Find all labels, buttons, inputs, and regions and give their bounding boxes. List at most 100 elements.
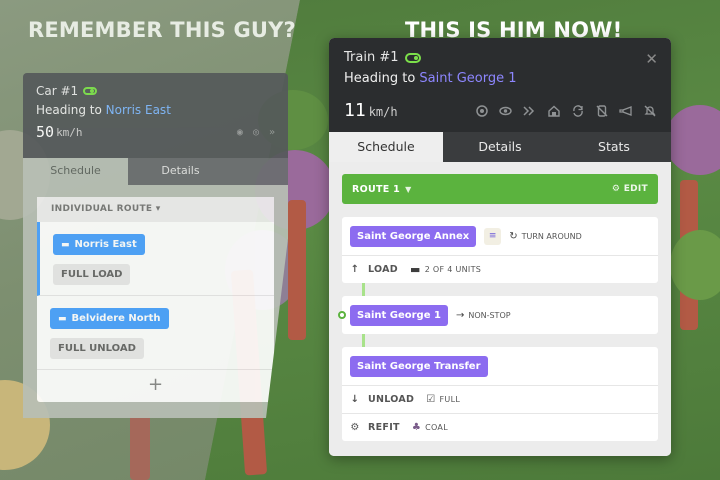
train-panel-header: Train #1 ✕ Heading to Saint George 1 11 k… bbox=[329, 38, 671, 132]
stop-order-row[interactable]: ⚙ REFIT ♣ COAL bbox=[342, 413, 658, 441]
order-detail: ♣ COAL bbox=[412, 422, 448, 433]
heading-prefix: Heading to bbox=[344, 71, 416, 86]
horn-icon[interactable] bbox=[619, 104, 632, 117]
gear-icon: ⚙ bbox=[611, 184, 624, 194]
arrow-right-icon: → bbox=[455, 309, 465, 321]
depot-icon[interactable] bbox=[547, 104, 560, 117]
old-speed-value: 50 bbox=[36, 123, 55, 141]
tree-trunk bbox=[130, 410, 150, 480]
no-entry-icon[interactable] bbox=[595, 104, 608, 117]
cargo-icon: ▬ bbox=[409, 263, 421, 276]
vehicle-action-icons bbox=[475, 104, 656, 117]
old-route-selector[interactable]: INDIVIDUAL ROUTE ▾ bbox=[37, 197, 274, 222]
truck-icon: ▬ bbox=[58, 314, 67, 324]
edit-route-button[interactable]: ⚙ EDIT bbox=[612, 184, 648, 194]
checkbox-icon: ☑ bbox=[426, 394, 436, 405]
old-heading-prefix: Heading to bbox=[36, 103, 102, 117]
tree-trunk bbox=[288, 200, 306, 340]
old-stop-chip[interactable]: ▬ Belvidere North bbox=[50, 308, 169, 329]
old-destination-link[interactable]: Norris East bbox=[106, 103, 171, 117]
order-detail: ▬ 2 OF 4 UNITS bbox=[410, 263, 481, 276]
destination-link[interactable]: Saint George 1 bbox=[419, 71, 516, 86]
old-schedule-body: INDIVIDUAL ROUTE ▾ ▬ Norris East FULL LOA… bbox=[23, 185, 288, 418]
old-stop-action[interactable]: FULL UNLOAD bbox=[50, 338, 144, 359]
stop-mode-label: NON-STOP bbox=[468, 310, 511, 320]
eye-icon[interactable] bbox=[499, 104, 512, 117]
old-vehicle-panel: Car #1 Heading to Norris East 50 km/h ◉ … bbox=[23, 73, 288, 418]
speed-display: 11 km/h bbox=[344, 100, 398, 121]
current-position-marker bbox=[338, 311, 346, 319]
old-enable-toggle-icon[interactable] bbox=[83, 87, 98, 95]
locate-icon[interactable] bbox=[475, 104, 488, 117]
locate-icon[interactable]: ◉ bbox=[237, 127, 243, 138]
schedule-stop: Saint George Annex ≡ ↻ TURN AROUND ↑ LOA… bbox=[342, 217, 658, 283]
coal-icon: ♣ bbox=[411, 422, 422, 433]
schedule-stop: Saint George Transfer ↓ UNLOAD ☑ FULL ⚙ … bbox=[342, 334, 658, 441]
gear-icon: ⚙ bbox=[350, 422, 360, 433]
order-label: LOAD bbox=[368, 264, 398, 275]
stop-header-row: Saint George Transfer bbox=[342, 347, 658, 385]
stop-mode[interactable]: ↻ TURN AROUND bbox=[509, 231, 582, 242]
old-route-card: INDIVIDUAL ROUTE ▾ ▬ Norris East FULL LOA… bbox=[37, 197, 274, 402]
order-label: UNLOAD bbox=[368, 394, 415, 405]
stop-header-row: Saint George Annex ≡ ↻ TURN AROUND bbox=[342, 217, 658, 255]
timetable-icon[interactable]: ≡ bbox=[484, 227, 502, 245]
tab-details[interactable]: Details bbox=[443, 132, 557, 162]
stop-order-row[interactable]: ↓ UNLOAD ☑ FULL bbox=[342, 385, 658, 413]
add-stop-button[interactable]: + bbox=[37, 370, 274, 402]
order-detail: ☑ FULL bbox=[426, 394, 460, 405]
speed-unit: km/h bbox=[368, 105, 398, 119]
old-stop-chip[interactable]: ▬ Norris East bbox=[53, 234, 145, 255]
route-connector bbox=[362, 334, 365, 347]
tab-schedule[interactable]: Schedule bbox=[329, 132, 443, 162]
old-tab-bar: Schedule Details bbox=[23, 158, 288, 185]
skip-icon[interactable]: » bbox=[269, 127, 275, 138]
speed-value: 11 bbox=[344, 100, 366, 121]
station-chip[interactable]: Saint George Transfer bbox=[350, 355, 488, 377]
chevron-down-icon: ▼ bbox=[405, 184, 412, 194]
old-tab-schedule[interactable]: Schedule bbox=[23, 158, 128, 185]
station-chip[interactable]: Saint George Annex bbox=[350, 225, 477, 247]
turn-around-icon: ↻ bbox=[509, 230, 518, 242]
station-chip[interactable]: Saint George 1 bbox=[350, 304, 448, 326]
old-stop-item[interactable]: ▬ Norris East FULL LOAD bbox=[37, 222, 274, 296]
old-tab-details[interactable]: Details bbox=[128, 158, 233, 185]
chevron-down-icon: ▾ bbox=[155, 204, 161, 214]
old-vehicle-title: Car #1 bbox=[36, 84, 79, 98]
eye-icon[interactable]: ◎ bbox=[253, 127, 259, 138]
old-stop-name: Belvidere North bbox=[71, 313, 161, 324]
stop-order-row[interactable]: ↑ LOAD ▬ 2 OF 4 UNITS bbox=[342, 255, 658, 283]
schedule-stop-current: Saint George 1 → NON-STOP bbox=[338, 283, 658, 334]
route-selector[interactable]: ROUTE 1 ▼ ⚙ EDIT bbox=[342, 174, 658, 204]
old-stop-name: Norris East bbox=[74, 239, 137, 250]
stop-mode[interactable]: → NON-STOP bbox=[456, 310, 511, 321]
schedule-body: ROUTE 1 ▼ ⚙ EDIT Saint George Annex ≡ ↻ … bbox=[329, 162, 671, 456]
route-connector bbox=[362, 283, 365, 296]
train-title: Train #1 bbox=[344, 50, 399, 65]
old-speed-unit: km/h bbox=[56, 125, 83, 139]
order-detail-label: COAL bbox=[425, 423, 448, 432]
old-vehicle-title-row: Car #1 bbox=[36, 84, 275, 98]
order-detail-label: 2 OF 4 UNITS bbox=[424, 265, 482, 274]
order-label: REFIT bbox=[368, 422, 400, 433]
order-detail-label: FULL bbox=[439, 395, 461, 404]
old-action-icons: ◉ ◎ » bbox=[237, 127, 275, 138]
train-title-row: Train #1 bbox=[344, 50, 656, 65]
disable-icon[interactable] bbox=[643, 104, 656, 117]
old-route-label: INDIVIDUAL ROUTE bbox=[51, 204, 153, 214]
speed-row: 11 km/h bbox=[344, 100, 656, 121]
close-icon[interactable]: ✕ bbox=[645, 50, 658, 68]
enable-toggle-icon[interactable] bbox=[404, 52, 421, 63]
train-heading-line: Heading to Saint George 1 bbox=[344, 71, 656, 86]
old-stop-action[interactable]: FULL LOAD bbox=[53, 264, 131, 285]
reverse-icon[interactable] bbox=[571, 104, 584, 117]
skip-icon[interactable] bbox=[523, 104, 536, 117]
stop-mode-label: TURN AROUND bbox=[521, 231, 582, 241]
arrow-up-icon: ↑ bbox=[350, 264, 360, 275]
tab-stats[interactable]: Stats bbox=[557, 132, 671, 162]
route-label: ROUTE 1 bbox=[352, 183, 401, 195]
train-panel: Train #1 ✕ Heading to Saint George 1 11 k… bbox=[329, 38, 671, 456]
old-heading-line: Heading to Norris East bbox=[36, 103, 275, 117]
train-tab-bar: Schedule Details Stats bbox=[329, 132, 671, 162]
old-stop-item[interactable]: ▬ Belvidere North FULL UNLOAD bbox=[37, 296, 274, 370]
